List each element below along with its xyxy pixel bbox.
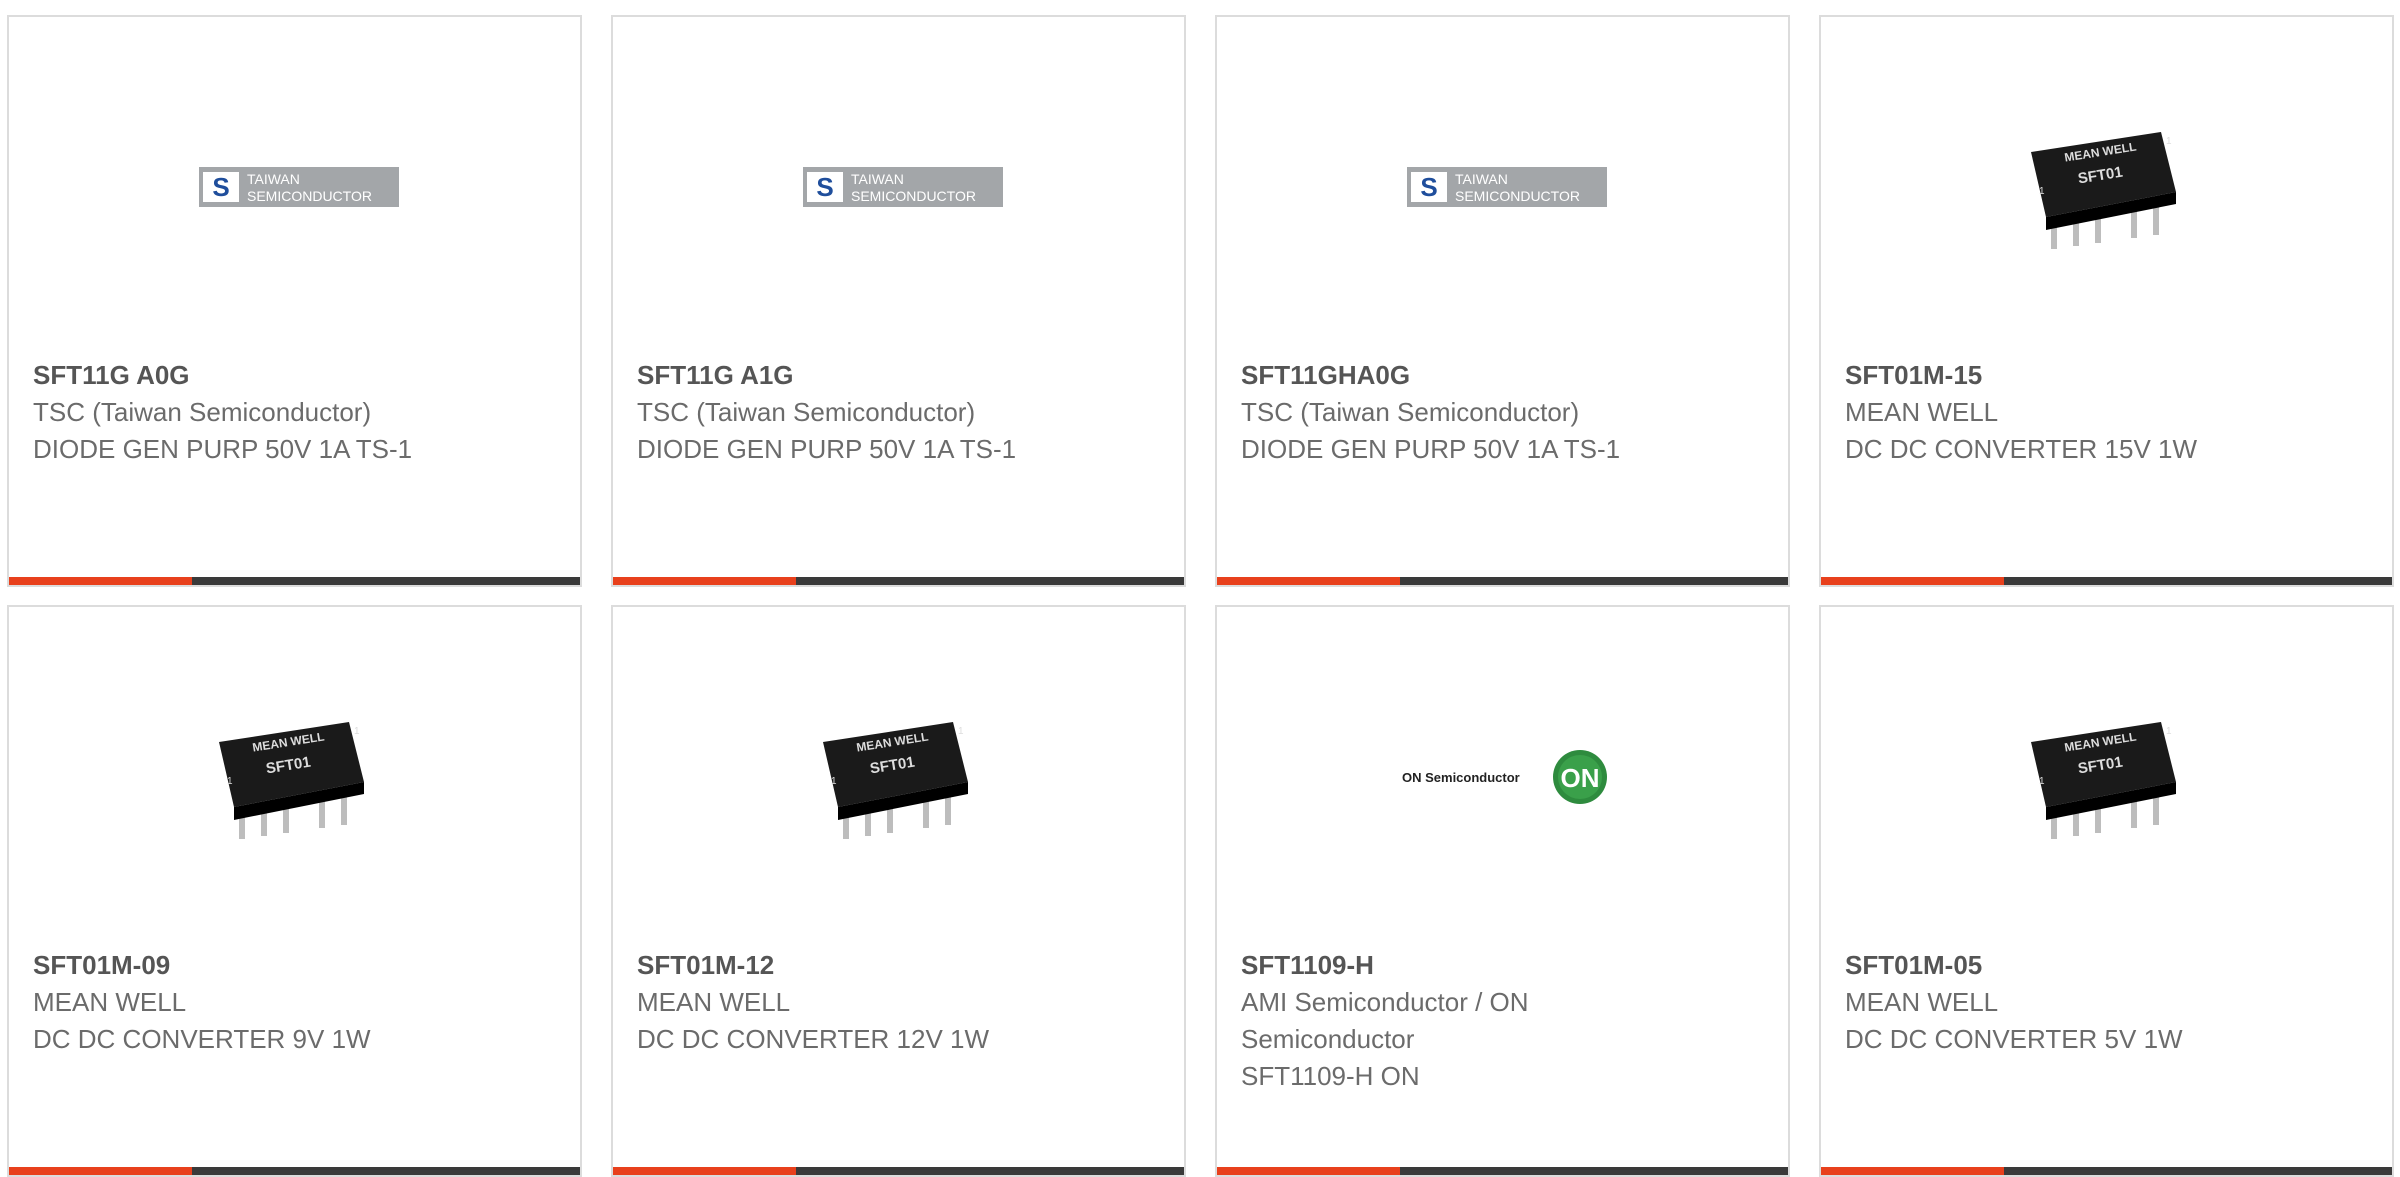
product-image[interactable]: MEAN WELL SFT01 1 1 (1821, 657, 2392, 927)
on-semiconductor-logo: ON Semiconductor ON (1402, 750, 1607, 804)
svg-text:ON Semiconductor: ON Semiconductor (1402, 770, 1520, 785)
card-bar-accent (9, 1167, 192, 1175)
svg-text:TAIWAN: TAIWAN (247, 171, 300, 187)
svg-text:1: 1 (831, 776, 837, 787)
manufacturer: MEAN WELL (1845, 397, 1999, 427)
manufacturer: TSC (Taiwan Semiconductor) (637, 397, 976, 427)
svg-text:ON: ON (1561, 763, 1600, 793)
svg-text:S: S (1420, 172, 1437, 202)
product-card[interactable]: S TAIWAN SEMICONDUCTOR SFT11G A0G TSC (T… (7, 15, 582, 587)
svg-text:1: 1 (2039, 186, 2045, 197)
manufacturer: MEAN WELL (1845, 987, 1999, 1017)
meanwell-chip: MEAN WELL SFT01 1 1 (219, 722, 364, 839)
description: DC DC CONVERTER 9V 1W (33, 1024, 371, 1054)
description: DIODE GEN PURP 50V 1A TS-1 (33, 434, 413, 464)
svg-text:1: 1 (2166, 136, 2172, 147)
product-card[interactable]: S TAIWAN SEMICONDUCTOR SFT11GHA0G TSC (T… (1215, 15, 1790, 587)
description: SFT1109-H ON (1241, 1061, 1420, 1091)
product-image[interactable]: ON Semiconductor ON (1217, 657, 1788, 927)
card-bar (1217, 1167, 1788, 1175)
description: DIODE GEN PURP 50V 1A TS-1 (1241, 434, 1621, 464)
card-bar-accent (1821, 577, 2004, 585)
manufacturer: MEAN WELL (637, 987, 791, 1017)
product-image[interactable]: S TAIWAN SEMICONDUCTOR (613, 67, 1184, 337)
part-number[interactable]: SFT11G A0G (33, 357, 553, 394)
product-card[interactable]: MEAN WELL SFT01 1 1 SFT01M-12 MEAN WELL … (611, 605, 1186, 1177)
part-number[interactable]: SFT01M-12 (637, 947, 1157, 984)
meanwell-chip: MEAN WELL SFT01 1 1 (823, 722, 968, 839)
product-image[interactable]: MEAN WELL SFT01 1 1 (1821, 67, 2392, 337)
svg-text:SEMICONDUCTOR: SEMICONDUCTOR (1455, 188, 1580, 204)
card-bar (1821, 1167, 2392, 1175)
product-grid: S TAIWAN SEMICONDUCTOR SFT11G A0G TSC (T… (0, 0, 2400, 1177)
product-image[interactable]: MEAN WELL SFT01 1 1 (613, 657, 1184, 927)
description: DC DC CONVERTER 15V 1W (1845, 434, 2198, 464)
product-image[interactable]: MEAN WELL SFT01 1 1 (9, 657, 580, 927)
card-bar (9, 577, 580, 585)
meanwell-chip: MEAN WELL SFT01 1 1 (2031, 722, 2176, 839)
card-bar-accent (613, 577, 796, 585)
svg-text:1: 1 (227, 776, 233, 787)
product-card[interactable]: S TAIWAN SEMICONDUCTOR SFT11G A1G TSC (T… (611, 15, 1186, 587)
svg-text:SEMICONDUCTOR: SEMICONDUCTOR (247, 188, 372, 204)
part-number[interactable]: SFT01M-05 (1845, 947, 2365, 984)
product-image[interactable]: S TAIWAN SEMICONDUCTOR (9, 67, 580, 337)
part-number[interactable]: SFT11GHA0G (1241, 357, 1761, 394)
card-bar (1217, 577, 1788, 585)
description: DC DC CONVERTER 5V 1W (1845, 1024, 2183, 1054)
card-bar-accent (1217, 577, 1400, 585)
tsc-logo: S TAIWAN SEMICONDUCTOR (1407, 167, 1607, 207)
card-bar (613, 577, 1184, 585)
manufacturer: TSC (Taiwan Semiconductor) (1241, 397, 1580, 427)
product-card[interactable]: MEAN WELL SFT01 1 1 SFT01M-15 MEAN WELL … (1819, 15, 2394, 587)
svg-text:TAIWAN: TAIWAN (851, 171, 904, 187)
tsc-logo: S TAIWAN SEMICONDUCTOR (199, 167, 399, 207)
svg-text:TAIWAN: TAIWAN (1455, 171, 1508, 187)
meanwell-chip: MEAN WELL SFT01 1 1 (2031, 132, 2176, 249)
svg-text:S: S (816, 172, 833, 202)
description: DC DC CONVERTER 12V 1W (637, 1024, 990, 1054)
part-number[interactable]: SFT1109-H (1241, 947, 1761, 984)
card-bar (9, 1167, 580, 1175)
part-number[interactable]: SFT01M-09 (33, 947, 553, 984)
svg-text:1: 1 (2166, 726, 2172, 737)
product-card[interactable]: ON Semiconductor ON SFT1109-H AMI Semico… (1215, 605, 1790, 1177)
svg-text:1: 1 (958, 726, 964, 737)
product-image[interactable]: S TAIWAN SEMICONDUCTOR (1217, 67, 1788, 337)
part-number[interactable]: SFT11G A1G (637, 357, 1157, 394)
svg-text:1: 1 (354, 726, 360, 737)
svg-text:SEMICONDUCTOR: SEMICONDUCTOR (851, 188, 976, 204)
card-bar-accent (613, 1167, 796, 1175)
card-bar-accent (1821, 1167, 2004, 1175)
product-card[interactable]: MEAN WELL SFT01 1 1 SFT01M-05 MEAN WELL … (1819, 605, 2394, 1177)
svg-text:1: 1 (2039, 776, 2045, 787)
card-bar-accent (9, 577, 192, 585)
tsc-logo: S TAIWAN SEMICONDUCTOR (803, 167, 1003, 207)
description: DIODE GEN PURP 50V 1A TS-1 (637, 434, 1017, 464)
manufacturer: TSC (Taiwan Semiconductor) (33, 397, 372, 427)
manufacturer: AMI Semiconductor / ON Semiconductor (1241, 987, 1529, 1054)
manufacturer: MEAN WELL (33, 987, 187, 1017)
card-bar (613, 1167, 1184, 1175)
part-number[interactable]: SFT01M-15 (1845, 357, 2365, 394)
product-card[interactable]: MEAN WELL SFT01 1 1 SFT01M-09 MEAN WELL … (7, 605, 582, 1177)
card-bar-accent (1217, 1167, 1400, 1175)
card-bar (1821, 577, 2392, 585)
svg-text:S: S (212, 172, 229, 202)
